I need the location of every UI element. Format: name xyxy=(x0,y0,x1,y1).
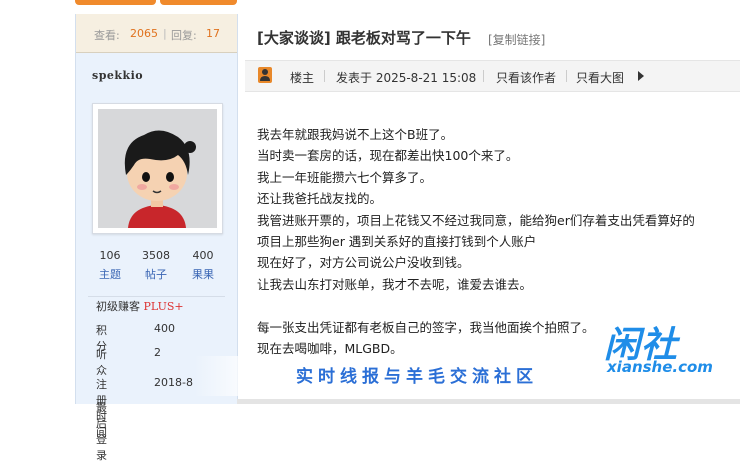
separator xyxy=(566,70,567,82)
separator xyxy=(324,70,325,82)
post-line: 现在好了，对方公司说公户没收到钱。 xyxy=(257,255,470,271)
top-tab-right[interactable] xyxy=(160,0,237,5)
big-image-link[interactable]: 只看大图 xyxy=(576,69,624,86)
fruit-count[interactable]: 400 果果 xyxy=(177,249,229,282)
avatar[interactable] xyxy=(92,103,223,234)
post-line: 我管进账开票的，项目上花钱又不经过我同意，能给狗er们存着支出凭看算好的 xyxy=(257,212,695,228)
thread-title: [大家谈谈] 跟老板对骂了一下午 xyxy=(257,29,471,47)
sidebar-divider xyxy=(88,296,225,297)
site-domain: xianshe.com xyxy=(607,358,713,376)
post-line: 我去年就跟我妈说不上这个B班了。 xyxy=(257,127,454,142)
thread-stats: 查看: 2065 | 回复: 17 xyxy=(76,14,237,53)
topics-count[interactable]: 106 主题 xyxy=(84,249,136,282)
posts-count[interactable]: 3508 帖子 xyxy=(130,249,182,282)
user-group: 初级赚客 PLUS+ xyxy=(96,298,184,314)
copy-link-button[interactable]: [复制链接] xyxy=(488,31,545,48)
watermark-slogan: 实时线报与羊毛交流社区 xyxy=(296,367,538,387)
author-sidebar: 查看: 2065 | 回复: 17 spekkio 106 主题 3508 帖子… xyxy=(75,14,238,462)
post-meta-bar: 楼主 发表于 2025-8-21 15:08 只看该作者 只看大图 xyxy=(245,60,740,92)
replies-label: 回复: xyxy=(171,29,197,42)
stats-divider: | xyxy=(163,27,167,40)
post-line: 让我去山东打对账单，我才不去呢，谁爱去谁去。 xyxy=(257,276,533,292)
points-value: 400 xyxy=(154,322,175,335)
post-line xyxy=(257,295,740,316)
author-username[interactable]: spekkio xyxy=(92,69,143,82)
floor-label: 楼主 xyxy=(290,71,315,85)
user-icon xyxy=(258,67,272,83)
views-label: 查看: xyxy=(94,29,120,42)
top-tab-left[interactable] xyxy=(75,0,156,5)
author-only-link[interactable]: 只看该作者 xyxy=(496,69,556,86)
post-line: 项目上那些狗er 遇到关系好的直接打钱到个人账户 xyxy=(257,233,537,249)
post-time: 发表于 2025-8-21 15:08 xyxy=(336,71,477,85)
post-line: 当时卖一套房的话，现在都差出快100个来了。 xyxy=(257,148,519,164)
plus-badge: PLUS+ xyxy=(143,300,184,313)
user-group-label[interactable]: 初级赚客 xyxy=(96,300,140,313)
bottom-divider xyxy=(237,399,740,404)
post-line: 还让我爸托战友找的。 xyxy=(257,191,383,207)
reg-value: 2018-8 xyxy=(154,376,193,389)
post-line: 我上一年班能攒六七个算多了。 xyxy=(257,169,433,185)
separator xyxy=(483,70,484,82)
replies-count: 17 xyxy=(206,27,220,40)
arrow-right-icon[interactable] xyxy=(638,71,644,81)
listeners-label: 听众 xyxy=(96,348,107,377)
avatar-image xyxy=(98,109,217,228)
last-login-label: 最后登录 xyxy=(96,401,107,462)
views-count: 2065 xyxy=(130,27,158,40)
listeners-value[interactable]: 2 xyxy=(154,346,161,359)
